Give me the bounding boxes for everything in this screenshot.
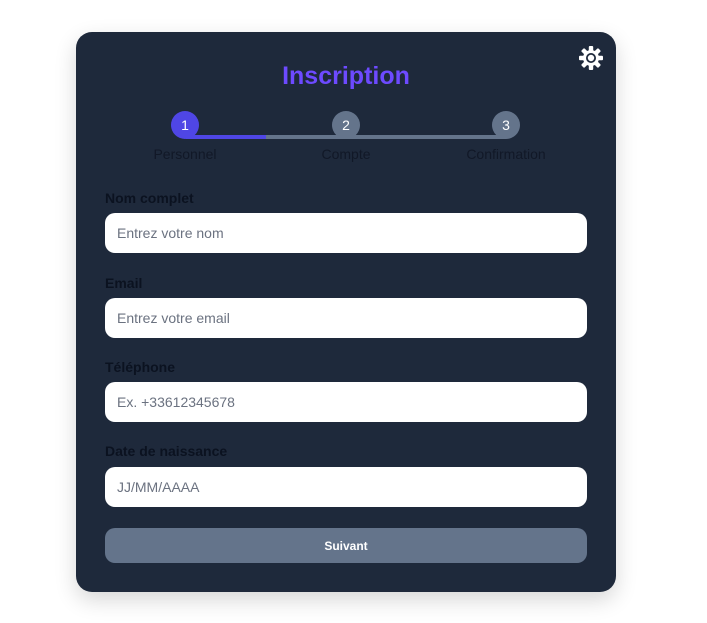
step-number: 1 bbox=[171, 111, 199, 139]
full-name-input[interactable] bbox=[105, 213, 587, 253]
birth-date-label: Date de naissance bbox=[105, 443, 228, 459]
phone-input[interactable] bbox=[105, 382, 587, 422]
registration-card: Inscription 1 Personnel 2 Compte 3 Confi… bbox=[76, 32, 616, 592]
step-number: 2 bbox=[332, 111, 360, 139]
birth-date-input[interactable] bbox=[105, 467, 587, 507]
step-label: Compte bbox=[321, 146, 371, 162]
step-confirmation: 3 Confirmation bbox=[446, 111, 566, 162]
email-label: Email bbox=[105, 275, 143, 291]
page-title: Inscription bbox=[282, 62, 410, 90]
next-button[interactable]: Suivant bbox=[105, 528, 587, 563]
phone-label: Téléphone bbox=[105, 359, 176, 375]
step-personnel: 1 Personnel bbox=[125, 111, 245, 162]
email-input[interactable] bbox=[105, 298, 587, 338]
step-label: Confirmation bbox=[466, 146, 546, 162]
full-name-label: Nom complet bbox=[105, 190, 194, 206]
step-compte: 2 Compte bbox=[286, 111, 406, 162]
step-label: Personnel bbox=[153, 146, 217, 162]
step-number: 3 bbox=[492, 111, 520, 139]
